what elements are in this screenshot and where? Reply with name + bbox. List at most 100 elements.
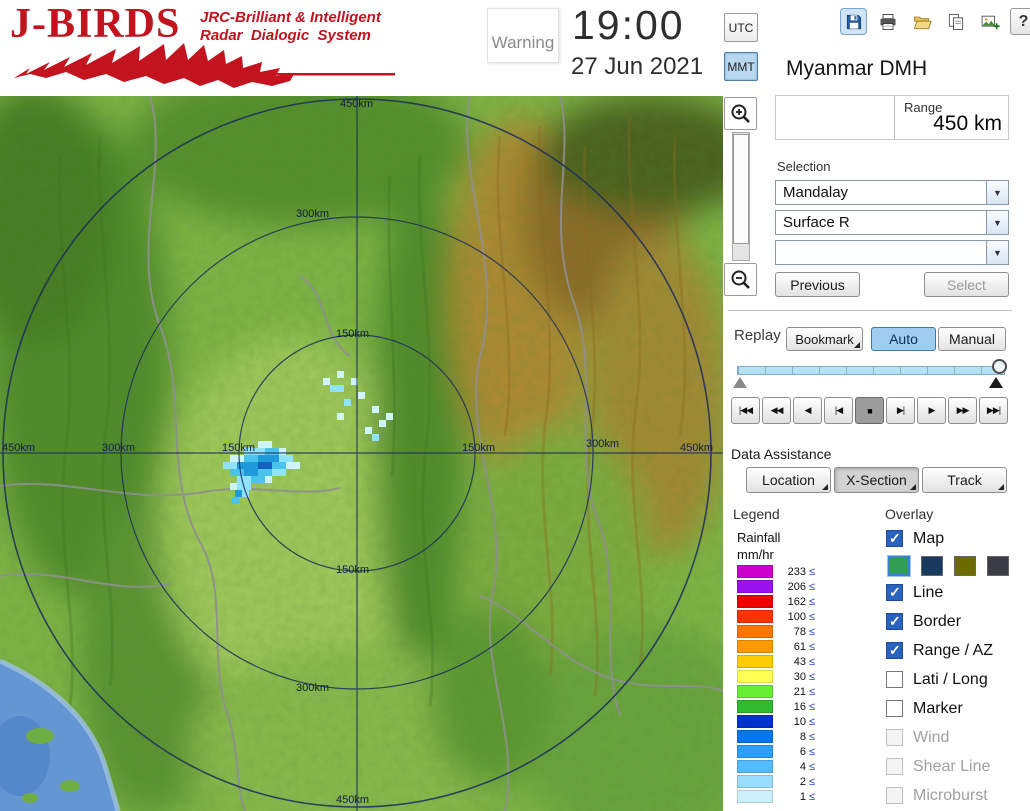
timeline-start-marker[interactable] bbox=[733, 377, 747, 388]
overlay-row[interactable]: Lati / Long bbox=[886, 671, 993, 688]
map-checkbox[interactable] bbox=[886, 530, 903, 547]
overlay-row[interactable]: Range / AZ bbox=[886, 642, 993, 659]
legend-le-symbol: ≤ bbox=[809, 610, 816, 623]
chevron-down-icon[interactable]: ▼ bbox=[986, 241, 1008, 264]
overlay-row[interactable]: Microburst bbox=[886, 787, 993, 804]
warning-indicator[interactable]: Warning bbox=[487, 8, 559, 63]
select-button[interactable]: Select bbox=[924, 272, 1009, 297]
option-dropdown[interactable]: ▼ bbox=[775, 240, 1009, 265]
overlay-checkbox[interactable] bbox=[886, 729, 903, 746]
overlay-label: Range / AZ bbox=[913, 641, 994, 659]
legend-unit: Rainfall mm/hr bbox=[737, 530, 781, 562]
chevron-down-icon[interactable]: ▼ bbox=[986, 211, 1008, 234]
map-style-swatch[interactable] bbox=[987, 556, 1009, 576]
legend-color-swatch bbox=[737, 745, 773, 758]
selection-label: Selection bbox=[777, 159, 831, 174]
overlay-checkbox[interactable] bbox=[886, 584, 903, 601]
chevron-down-icon[interactable]: ▼ bbox=[986, 181, 1008, 204]
legend-le-symbol: ≤ bbox=[809, 745, 816, 758]
radar-map[interactable]: 450km 300km 150km 450km 300km 150km 150k… bbox=[0, 96, 723, 811]
overlay-label: Line bbox=[913, 583, 944, 601]
legend-color-swatch bbox=[737, 760, 773, 773]
legend-color-swatch bbox=[737, 790, 773, 803]
capture-icon[interactable] bbox=[976, 8, 1003, 35]
playback-controls: |◀◀ ◀◀ ◀ |◀ ■ ▶| ▶ ▶▶ ▶▶| bbox=[731, 397, 1008, 424]
overlay-checkbox[interactable] bbox=[886, 642, 903, 659]
playback-button[interactable]: ▶▶ bbox=[948, 397, 977, 424]
previous-button[interactable]: Previous bbox=[775, 272, 860, 297]
zoom-slider-thumb[interactable] bbox=[733, 134, 749, 244]
product-dropdown[interactable]: Surface R ▼ bbox=[775, 210, 1009, 235]
legend-le-symbol: ≤ bbox=[809, 715, 816, 728]
legend-le-symbol: ≤ bbox=[809, 790, 816, 803]
zoom-in-icon[interactable] bbox=[724, 97, 757, 130]
legend-value: 6 bbox=[799, 745, 806, 758]
open-folder-icon[interactable] bbox=[908, 8, 935, 35]
zoom-out-icon[interactable] bbox=[724, 263, 757, 296]
timeline-knob[interactable] bbox=[992, 359, 1007, 374]
overlay-checkbox[interactable] bbox=[886, 700, 903, 717]
range-value: 450 km bbox=[933, 112, 1002, 135]
legend-le-symbol: ≤ bbox=[809, 580, 816, 593]
auto-replay-button[interactable]: Auto bbox=[871, 327, 936, 351]
overlay-row[interactable]: Wind bbox=[886, 729, 993, 746]
legend-row: 162 ≤ bbox=[737, 594, 815, 609]
timeline-slider[interactable] bbox=[737, 366, 1005, 375]
legend-color-swatch bbox=[737, 700, 773, 713]
data-assistance-label: Data Assistance bbox=[731, 446, 832, 462]
map-style-swatch[interactable] bbox=[888, 556, 910, 576]
legend-value: 8 bbox=[799, 730, 806, 743]
overlay-row[interactable]: Border bbox=[886, 613, 993, 630]
legend-le-symbol: ≤ bbox=[809, 775, 816, 788]
legend-le-symbol: ≤ bbox=[809, 640, 816, 653]
overlay-row-map[interactable]: Map bbox=[886, 530, 944, 547]
station-name: Myanmar DMH bbox=[786, 57, 928, 80]
overlay-row[interactable]: Marker bbox=[886, 700, 993, 717]
timezone-mmt-button[interactable]: MMT bbox=[724, 52, 758, 81]
legend-value: 30 bbox=[793, 670, 806, 683]
timezone-utc-button[interactable]: UTC bbox=[724, 13, 758, 42]
manual-replay-button[interactable]: Manual bbox=[938, 327, 1006, 351]
overlay-row[interactable]: Line bbox=[886, 584, 993, 601]
overlay-checkbox[interactable] bbox=[886, 758, 903, 775]
app-logo-title: J-BIRDS bbox=[10, 1, 181, 47]
map-style-swatch[interactable] bbox=[954, 556, 976, 576]
jbirds-app: J-BIRDS JRC-Brilliant & Intelligent Rada… bbox=[0, 0, 1030, 811]
overlay-row[interactable]: Shear Line bbox=[886, 758, 993, 775]
data-assistance-button[interactable]: Location bbox=[746, 467, 831, 493]
legend-value: 233 bbox=[787, 565, 806, 578]
site-dropdown[interactable]: Mandalay ▼ bbox=[775, 180, 1009, 205]
save-icon[interactable] bbox=[840, 8, 867, 35]
legend-value: 16 bbox=[793, 700, 806, 713]
playback-button[interactable]: ▶| bbox=[886, 397, 915, 424]
map-style-swatch[interactable] bbox=[921, 556, 943, 576]
playback-button[interactable]: ▶▶| bbox=[979, 397, 1008, 424]
legend-value: 162 bbox=[787, 595, 806, 608]
help-icon[interactable]: ? bbox=[1010, 8, 1030, 35]
bookmark-button[interactable]: Bookmark bbox=[786, 327, 863, 351]
overlay-checkbox[interactable] bbox=[886, 671, 903, 688]
data-assistance-button[interactable]: Track bbox=[922, 467, 1007, 493]
print-icon[interactable] bbox=[874, 8, 901, 35]
legend-row: 10 ≤ bbox=[737, 714, 815, 729]
data-assistance-button[interactable]: X-Section bbox=[834, 467, 919, 493]
eagle-logo-icon bbox=[14, 43, 395, 88]
overlay-checkbox[interactable] bbox=[886, 787, 903, 804]
copy-icon[interactable] bbox=[942, 8, 969, 35]
legend-value: 100 bbox=[787, 610, 806, 623]
legend-color-swatch bbox=[737, 625, 773, 638]
playback-button[interactable]: |◀ bbox=[824, 397, 853, 424]
legend-color-swatch bbox=[737, 610, 773, 623]
playback-button[interactable]: ■ bbox=[855, 397, 884, 424]
playback-button[interactable]: |◀◀ bbox=[731, 397, 760, 424]
section-divider bbox=[728, 310, 1012, 311]
playback-button[interactable]: ◀◀ bbox=[762, 397, 791, 424]
timeline-position-marker[interactable] bbox=[989, 377, 1003, 388]
legend-row: 4 ≤ bbox=[737, 759, 815, 774]
playback-button[interactable]: ◀ bbox=[793, 397, 822, 424]
data-assistance-buttons: Location X-Section Track bbox=[746, 467, 1007, 493]
warning-label: Warning bbox=[491, 33, 555, 52]
overlay-checkbox[interactable] bbox=[886, 613, 903, 630]
playback-button[interactable]: ▶ bbox=[917, 397, 946, 424]
overlay-title: Overlay bbox=[885, 506, 934, 522]
